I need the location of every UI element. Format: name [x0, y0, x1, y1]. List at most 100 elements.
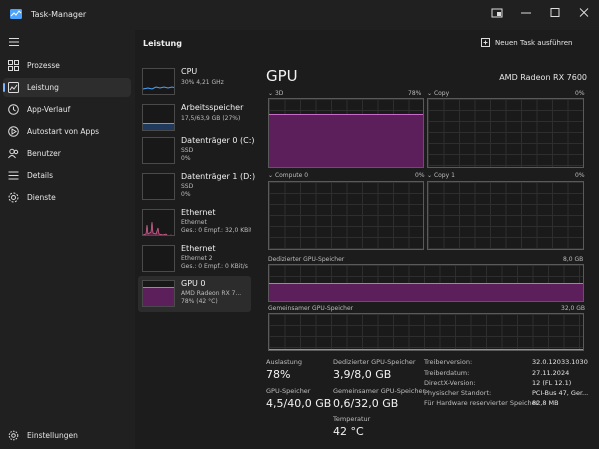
nav-item-app-history[interactable]: App-Verlauf — [3, 100, 131, 119]
shared-stat-label: Gemeinsamer GPU-Speicher — [333, 387, 426, 395]
engine-percent-copy-1: 0% — [575, 172, 585, 179]
shared-memory-label: Gemeinsamer GPU-Speicher — [268, 305, 354, 312]
device-name: CPU — [181, 67, 198, 76]
device-detail: Ethernet — [181, 219, 207, 226]
settings-gear-icon — [8, 430, 19, 441]
device-detail: AMD Radeon RX 7... — [181, 290, 242, 297]
close-icon[interactable] — [575, 6, 593, 20]
nav-item-users[interactable]: Benutzer — [3, 144, 131, 163]
device-detail: 78% (42 °C) — [181, 298, 218, 305]
nav-item-settings[interactable]: Einstellungen — [3, 426, 131, 445]
info-key: Für Hardware reservierter Speicher: — [424, 399, 541, 407]
graph-copy — [427, 98, 584, 168]
utilization-value: 78% — [266, 368, 291, 381]
device-disk-d[interactable]: Datenträger 1 (D:) SSD 0% — [138, 169, 255, 205]
dedicated-memory-fill — [269, 283, 583, 301]
device-gpu-0[interactable]: GPU 0 AMD Radeon RX 7... 78% (42 °C) — [138, 276, 251, 312]
new-task-label: Neuen Task ausführen — [495, 39, 573, 47]
device-memory[interactable]: Arbeitsspeicher 17,5/63,9 GB (27%) — [138, 100, 251, 136]
title-bar: Task-Manager — [0, 0, 599, 30]
device-ethernet-2[interactable]: Ethernet Ethernet 2 Ges.: 0 Empf.: 0 KBi… — [138, 241, 251, 277]
device-detail: 0% — [181, 155, 191, 162]
compact-mode-icon[interactable] — [488, 6, 506, 20]
nav-label-users: Benutzer — [27, 149, 61, 158]
shared-stat-value: 0,6/32,0 GB — [333, 397, 399, 410]
nav-label-startup: Autostart von Apps — [27, 127, 99, 136]
ethernet-thumbnail — [142, 209, 175, 236]
device-detail: Ges.: 0 Empf.: 0 KBit/s — [181, 263, 248, 270]
performance-icon — [8, 82, 19, 93]
history-icon — [8, 104, 19, 115]
nav-item-performance[interactable]: Leistung — [3, 78, 131, 97]
maximize-icon[interactable] — [546, 6, 564, 20]
dedicated-memory-label: Dedizierter GPU-Speicher — [268, 256, 345, 263]
users-icon — [8, 148, 19, 159]
gpu-memory-label: GPU-Speicher — [266, 387, 311, 395]
nav-label-processes: Prozesse — [27, 61, 60, 70]
processes-icon — [8, 60, 19, 71]
task-manager-icon — [10, 9, 22, 19]
device-name: Ethernet — [181, 208, 216, 217]
dedicated-memory-max: 8,0 GB — [563, 256, 584, 263]
dedicated-stat-value: 3,9/8,0 GB — [333, 368, 392, 381]
gpu-title: GPU — [266, 67, 298, 85]
engine-percent-copy: 0% — [575, 90, 585, 97]
device-name: GPU 0 — [181, 279, 206, 288]
gpu-memory-value: 4,5/40,0 GB — [266, 397, 332, 410]
engine-selector-3d[interactable]: ⌄ 3D — [268, 90, 283, 97]
disk-c-thumbnail — [142, 137, 175, 164]
device-list: CPU 30% 4,21 GHz Arbeitsspeicher 17,5/63… — [135, 58, 257, 449]
dedicated-stat-label: Dedizierter GPU-Speicher — [333, 358, 416, 366]
cpu-thumbnail — [142, 68, 175, 95]
device-detail: 0% — [181, 191, 191, 198]
nav-label-performance: Leistung — [27, 83, 59, 92]
device-name: Datenträger 0 (C:) — [181, 136, 255, 145]
nav-item-services[interactable]: Dienste — [3, 188, 131, 207]
new-task-icon — [481, 38, 490, 47]
nav-item-details[interactable]: Details — [3, 166, 131, 185]
nav-label-details: Details — [27, 171, 54, 180]
info-key: DirectX-Version: — [424, 379, 476, 387]
temperature-value: 42 °C — [333, 425, 364, 438]
device-disk-c[interactable]: Datenträger 0 (C:) SSD 0% — [138, 133, 255, 169]
device-detail: SSD — [181, 147, 194, 154]
gpu-thumbnail — [142, 280, 175, 307]
shared-memory-graph — [268, 313, 584, 351]
minimize-icon[interactable] — [517, 6, 535, 20]
graph-compute-0 — [268, 181, 424, 250]
device-detail: Ethernet 2 — [181, 255, 213, 262]
gpu-detail-pane: GPU AMD Radeon RX 7600 ⌄ 3D 78% ⌄ Copy 0… — [258, 58, 599, 449]
temperature-label: Temperatur — [333, 415, 371, 423]
nav-label-app-history: App-Verlauf — [27, 105, 71, 114]
info-key: Treiberdatum: — [424, 369, 470, 377]
engine-percent-compute-0: 0% — [415, 172, 425, 179]
device-cpu[interactable]: CPU 30% 4,21 GHz — [138, 64, 251, 100]
ethernet-2-thumbnail — [142, 245, 175, 272]
info-key: Treiberversion: — [424, 358, 473, 366]
device-ethernet[interactable]: Ethernet Ethernet Ges.: 0 Empf.: 32,0 KB… — [138, 205, 251, 241]
startup-icon — [8, 126, 19, 137]
device-name: Ethernet — [181, 244, 216, 253]
hamburger-menu-icon[interactable] — [9, 38, 19, 46]
shared-memory-fill — [269, 349, 583, 350]
window-title: Task-Manager — [31, 10, 87, 19]
graph-copy-1 — [427, 181, 584, 250]
info-value: 82,8 MB — [532, 399, 559, 407]
info-value: 32.0.12033.1030 — [532, 358, 588, 366]
page-title: Leistung — [143, 39, 182, 48]
device-detail: Ges.: 0 Empf.: 32,0 KBit/s — [181, 227, 251, 234]
info-key: Physischer Standort: — [424, 389, 492, 397]
engine-selector-copy-1[interactable]: ⌄ Copy 1 — [427, 172, 455, 179]
info-value: PCI-Bus 47, Ger... — [532, 389, 589, 397]
device-detail: 17,5/63,9 GB (27%) — [181, 115, 241, 122]
details-icon — [8, 171, 19, 180]
engine-selector-compute-0[interactable]: ⌄ Compute 0 — [268, 172, 308, 179]
gpu-model-name: AMD Radeon RX 7600 — [499, 73, 587, 82]
dedicated-memory-graph — [268, 264, 584, 302]
nav-item-processes[interactable]: Prozesse — [3, 56, 131, 75]
engine-selector-copy[interactable]: ⌄ Copy — [427, 90, 449, 97]
device-name: Arbeitsspeicher — [181, 103, 244, 112]
engine-percent-3d: 78% — [408, 90, 422, 97]
info-value: 12 (FL 12.1) — [532, 379, 572, 387]
nav-item-startup[interactable]: Autostart von Apps — [3, 122, 131, 141]
